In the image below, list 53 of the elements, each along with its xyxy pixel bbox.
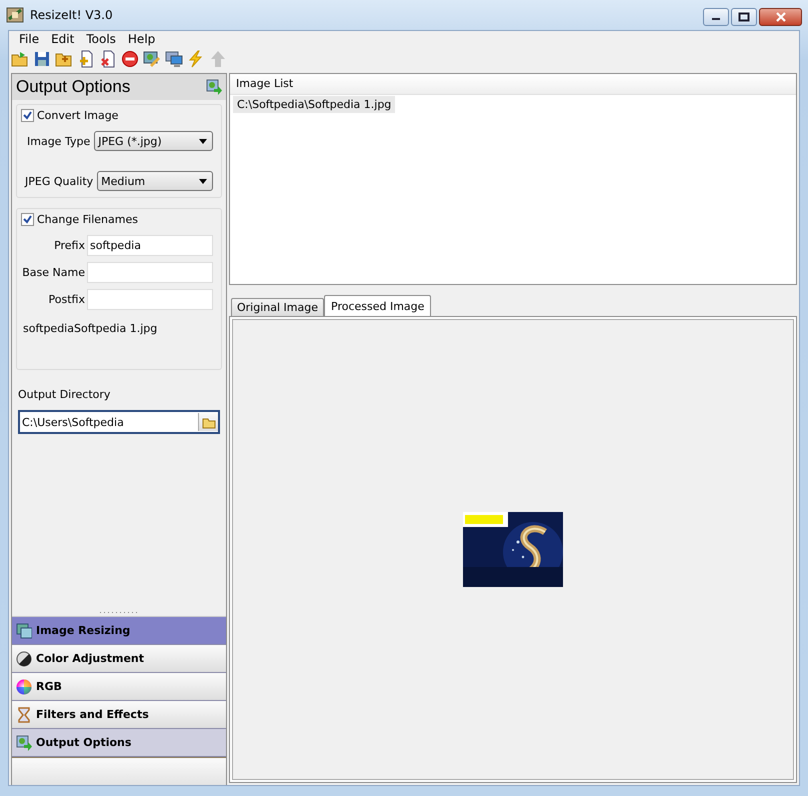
maximize-button[interactable] — [731, 8, 757, 26]
tab[interactable]: Original Image — [231, 298, 324, 316]
dropdown[interactable]: JPEG (*.jpg) — [94, 131, 213, 151]
navigation-item[interactable]: Output Options — [12, 729, 226, 757]
checkbox-label: Convert Image — [37, 108, 118, 122]
tab[interactable]: Processed Image — [324, 295, 432, 316]
checkbox[interactable] — [21, 212, 34, 226]
stop-icon[interactable] — [121, 50, 139, 68]
window-title: ResizeIt! V3.0 — [30, 8, 113, 22]
dropdown[interactable]: Medium — [97, 171, 213, 191]
menu-item[interactable]: Tools — [80, 32, 122, 46]
filename-preview: softpediaSoftpedia 1.jpg — [23, 322, 158, 335]
document-plus-icon[interactable] — [77, 50, 95, 68]
list-item[interactable]: C:\Softpedia\Softpedia 1.jpg — [233, 96, 396, 113]
floppy-disk-icon[interactable] — [33, 50, 51, 68]
monitor-icon[interactable] — [165, 50, 183, 68]
folder-icon[interactable] — [11, 50, 29, 68]
picture-arrow-icon — [16, 734, 32, 750]
checkbox[interactable] — [21, 108, 34, 122]
navigation-item[interactable]: Image Resizing — [12, 617, 226, 645]
picture-arrow-icon — [206, 79, 222, 95]
minimize-button[interactable] — [703, 8, 729, 26]
navigation-item[interactable]: RGB — [12, 673, 226, 701]
folder-icon[interactable] — [198, 413, 218, 431]
hourglass-icon — [16, 706, 32, 722]
resize-icon — [16, 622, 32, 638]
maximize-icon — [738, 12, 750, 22]
field-label: JPEG Quality — [25, 174, 94, 188]
caret-icon — [199, 178, 207, 184]
menu-item[interactable]: Edit — [45, 32, 80, 46]
field-label: Postfix — [48, 293, 85, 306]
caret-icon — [199, 138, 207, 144]
color-wheel-icon — [16, 678, 32, 694]
navigation-item[interactable]: Color Adjustment — [12, 645, 226, 673]
panel-title: Output Options — [16, 77, 130, 97]
field-label: Base Name — [21, 266, 85, 279]
checkbox-label: Change Filenames — [37, 212, 138, 226]
navigation-item[interactable]: Filters and Effects — [12, 701, 226, 729]
picture-pencil-icon[interactable] — [143, 50, 161, 68]
document-cross-icon[interactable] — [99, 50, 117, 68]
menu-item[interactable]: File — [13, 32, 46, 46]
text-field[interactable] — [87, 262, 213, 283]
field-label: Prefix — [53, 239, 85, 252]
close-button[interactable] — [759, 8, 802, 26]
app-icon — [6, 6, 24, 24]
directory-field-frame[interactable]: C:\Users\Softpedia — [18, 410, 220, 434]
menu-item[interactable]: Help — [122, 32, 162, 46]
field-label: Output Directory — [18, 388, 112, 401]
field-label: Image Type — [27, 134, 90, 148]
text-field[interactable] — [87, 289, 213, 310]
contrast-icon — [16, 650, 32, 666]
close-icon — [776, 12, 786, 22]
text-field[interactable]: softpedia — [87, 235, 213, 256]
